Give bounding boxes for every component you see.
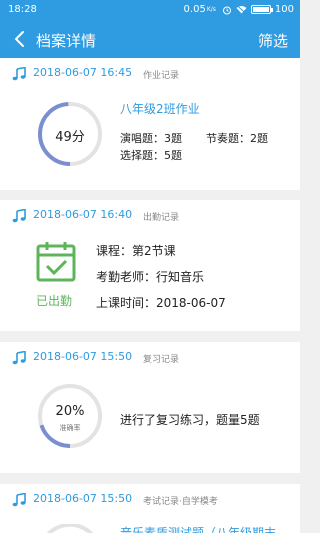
record-type: 复习记录 (143, 355, 180, 365)
accuracy-value: 20% (55, 404, 85, 419)
record-date: 2018-06-07 15:50 (33, 350, 133, 363)
record-type: 作业记录 (143, 71, 180, 81)
review-summary: 进行了复习练习，题量5题 (120, 413, 260, 427)
record-card-review[interactable]: 2018-06-07 15:50 复习记录 20% 准确率 进行了复习练习，题量… (0, 342, 300, 473)
status-time: 18:28 (8, 4, 37, 15)
music-note-icon (12, 209, 26, 223)
record-date: 2018-06-07 16:45 (33, 66, 133, 79)
course-name: 课程：第2节课 (96, 244, 176, 258)
record-type: 考试记录·自学模考 (143, 497, 218, 507)
battery-level: 100 (274, 4, 294, 15)
homework-title[interactable]: 八年级2班作业 (120, 100, 200, 117)
wifi-icon (236, 5, 247, 14)
rhythm-count: 节奏题：2题 (206, 132, 268, 145)
singing-count: 演唱题：3题 (120, 132, 182, 145)
accuracy-ring: 20% 准确率 (36, 382, 104, 450)
record-card-exam[interactable]: 2018-06-07 15:50 考试记录·自学模考 音乐素质测试题（八年级期末 (0, 484, 300, 533)
music-note-icon (12, 67, 26, 81)
back-arrow-icon[interactable] (10, 29, 30, 49)
score-ring: 49分 (36, 100, 104, 168)
network-unit: K/s (206, 6, 216, 13)
choice-count: 选择题：5题 (120, 149, 182, 162)
record-date: 2018-06-07 15:50 (33, 492, 133, 505)
alarm-icon (222, 6, 231, 14)
attendance-status: 已出勤 (36, 294, 73, 308)
record-type: 出勤记录 (143, 213, 180, 223)
record-card-homework[interactable]: 2018-06-07 16:45 作业记录 49分 八年级2班作业 演唱题：3题… (0, 58, 300, 190)
nav-bar: 档案详情 筛选 (0, 20, 300, 58)
exam-ring-partial (46, 524, 94, 533)
battery-icon (250, 5, 273, 14)
exam-title[interactable]: 音乐素质测试题（八年级期末 (120, 524, 276, 533)
record-card-attendance[interactable]: 2018-06-07 16:40 出勤记录 已出勤 课程：第2节课 考勤老师：行… (0, 200, 300, 331)
record-date: 2018-06-07 16:40 (33, 208, 133, 221)
music-note-icon (12, 351, 26, 365)
page-title: 档案详情 (36, 32, 97, 50)
network-speed: 0.05 (183, 4, 206, 15)
accuracy-label: 准确率 (59, 424, 81, 432)
class-time: 上课时间：2018-06-07 (96, 296, 226, 310)
teacher-name: 考勤老师：行知音乐 (96, 270, 205, 284)
calendar-check-icon (36, 242, 76, 282)
music-note-icon (12, 493, 26, 507)
status-bar: 18:28 0.05 K/s 100 (0, 0, 300, 20)
filter-button[interactable]: 筛选 (258, 30, 288, 51)
score-value: 49分 (55, 130, 85, 145)
